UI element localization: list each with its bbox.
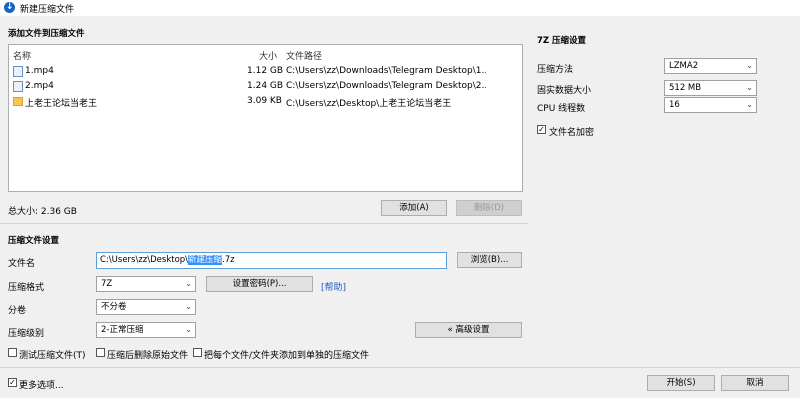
file-path: C:\Users\zz\Downloads\Telegram Desktop\2… — [286, 81, 486, 91]
add-button[interactable]: 添加(A) — [381, 200, 447, 216]
start-button[interactable]: 开始(S) — [647, 375, 715, 391]
column-header-size[interactable]: 大小 — [259, 49, 277, 62]
seven-z-settings-panel: 7Z 压缩设置 压缩方法 LZMA2 ⌄ 固实数据大小 512 MB ⌄ CPU… — [533, 24, 793, 366]
encrypt-filenames-label[interactable]: 文件名加密 — [549, 125, 594, 138]
file-row[interactable]: 2.mp4 1.24 GB C:\Users\zz\Downloads\Tele… — [9, 79, 522, 94]
format-select[interactable]: 7Z ⌄ — [96, 276, 196, 292]
video-file-icon — [13, 66, 23, 77]
filename-prefix: C:\Users\zz\Desktop\ — [100, 255, 189, 265]
filename-selected-text: 新建压缩 — [188, 255, 223, 265]
file-name: 1.mp4 — [25, 66, 54, 76]
chevron-down-icon: ⌄ — [746, 61, 753, 70]
more-options-label[interactable]: 更多选项... — [19, 378, 64, 391]
delete-source-label[interactable]: 压缩后删除原始文件 — [107, 348, 188, 361]
chevron-down-icon: ⌄ — [185, 325, 192, 334]
file-size: 1.12 GB — [247, 66, 284, 76]
level-select[interactable]: 2-正常压缩 ⌄ — [96, 322, 196, 338]
files-section-title: 添加文件到压缩文件 — [8, 29, 85, 39]
video-file-icon — [13, 81, 23, 92]
window-title: 新建压缩文件 — [20, 5, 75, 15]
file-row[interactable]: 上老王论坛当老王 3.09 KB C:\Users\zz\Desktop\上老王… — [9, 94, 522, 109]
test-archive-label[interactable]: 测试压缩文件(T) — [19, 348, 86, 361]
separate-archives-label[interactable]: 把每个文件/文件夹添加到单独的压缩文件 — [204, 348, 369, 361]
solid-size-select[interactable]: 512 MB ⌄ — [664, 80, 757, 96]
volume-select[interactable]: 不分卷 ⌄ — [96, 299, 196, 315]
chevron-down-icon: ⌄ — [746, 100, 753, 109]
filename-field[interactable]: C:\Users\zz\Desktop\新建压缩.7z — [96, 252, 447, 269]
test-archive-checkbox[interactable] — [8, 348, 17, 357]
chevron-down-icon: ⌄ — [746, 83, 753, 92]
method-label: 压缩方法 — [537, 65, 574, 75]
filename-suffix: .7z — [222, 255, 235, 265]
format-label: 压缩格式 — [8, 283, 45, 293]
folder-icon — [13, 97, 23, 106]
filename-label: 文件名 — [8, 259, 36, 269]
encrypt-filenames-checkbox[interactable]: ✓ — [537, 125, 546, 134]
solid-size-value: 512 MB — [669, 83, 702, 93]
file-name: 上老王论坛当老王 — [25, 99, 98, 109]
file-list[interactable]: 名称 大小 文件路径 1.mp4 1.12 GB C:\Users\zz\Dow… — [8, 44, 523, 192]
browse-button[interactable]: 浏览(B)... — [457, 252, 522, 268]
column-header-path[interactable]: 文件路径 — [286, 49, 322, 62]
divider — [0, 223, 528, 224]
delete-source-checkbox[interactable] — [96, 348, 105, 357]
help-link[interactable]: [帮助] — [321, 280, 346, 293]
file-name: 2.mp4 — [25, 81, 54, 91]
chevron-down-icon: ⌄ — [185, 279, 192, 288]
volume-value: 不分卷 — [101, 302, 127, 312]
title-bar: ↓ 新建压缩文件 — [0, 0, 800, 16]
format-value: 7Z — [101, 279, 113, 289]
chevron-down-icon: ⌄ — [185, 302, 192, 311]
seven-z-title: 7Z 压缩设置 — [537, 36, 587, 46]
solid-size-label: 固实数据大小 — [537, 86, 592, 96]
threads-label: CPU 线程数 — [537, 104, 586, 114]
column-header-name[interactable]: 名称 — [13, 49, 31, 62]
file-path: C:\Users\zz\Desktop\上老王论坛当老王 — [286, 99, 452, 109]
delete-button[interactable]: 删除(D) — [456, 200, 522, 216]
level-label: 压缩级别 — [8, 329, 45, 339]
separate-archives-checkbox[interactable] — [193, 348, 202, 357]
total-size: 总大小: 2.36 GB — [8, 207, 77, 217]
file-row[interactable]: 1.mp4 1.12 GB C:\Users\zz\Downloads\Tele… — [9, 64, 522, 79]
file-size: 3.09 KB — [247, 96, 282, 106]
set-password-button[interactable]: 设置密码(P)... — [206, 276, 313, 292]
file-size: 1.24 GB — [247, 81, 284, 91]
more-options-checkbox[interactable]: ✓ — [8, 378, 17, 387]
method-value: LZMA2 — [669, 61, 699, 71]
method-select[interactable]: LZMA2 ⌄ — [664, 58, 757, 74]
level-value: 2-正常压缩 — [101, 325, 144, 335]
settings-section-title: 压缩文件设置 — [8, 236, 60, 246]
cancel-button[interactable]: 取消 — [721, 375, 789, 391]
threads-select[interactable]: 16 ⌄ — [664, 97, 757, 113]
footer-divider — [0, 367, 800, 368]
volume-label: 分卷 — [8, 306, 27, 316]
file-path: C:\Users\zz\Downloads\Telegram Desktop\1… — [286, 66, 486, 76]
advanced-settings-button[interactable]: « 高级设置 — [415, 322, 522, 338]
app-icon: ↓ — [4, 2, 15, 13]
threads-value: 16 — [669, 100, 680, 110]
